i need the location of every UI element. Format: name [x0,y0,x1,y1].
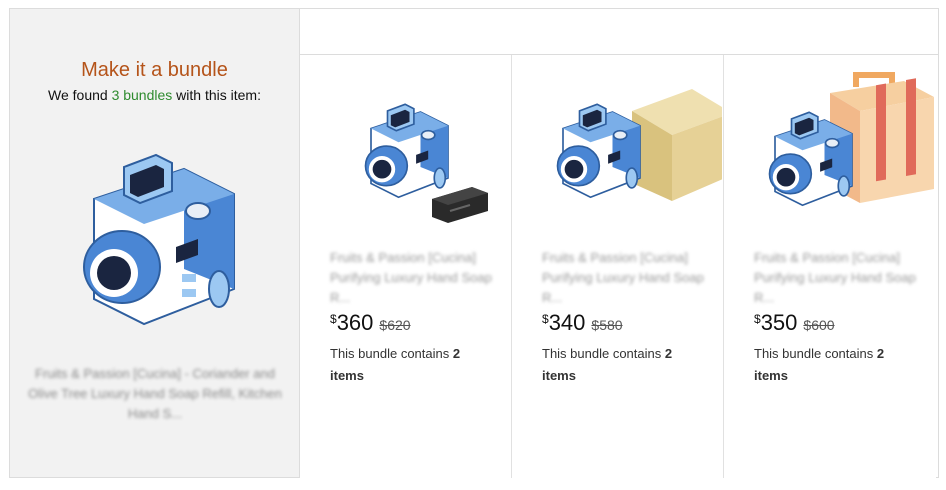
bundle-contains: This bundle contains 2 items [754,343,924,387]
price-currency: $ [754,312,761,326]
contains-label: This bundle contains [330,346,453,361]
contains-label: This bundle contains [542,346,665,361]
panel-subtitle: We found 3 bundles with this item: [10,87,299,103]
bundle-1-image [364,103,488,223]
item-count: 2 [452,346,461,361]
price-amount: 360 [336,310,374,335]
original-price: $600 [803,317,835,333]
bundle-price: $360 $620 [330,310,411,336]
original-price: $580 [591,317,623,333]
current-product-title: Fruits & Passion [Cucina] - Coriander an… [28,366,282,421]
item-unit: items [754,368,788,383]
item-count: 2 [876,346,885,361]
camera-icon [364,103,449,199]
item-count: 2 [664,346,673,361]
camera-icon [83,153,235,326]
item-unit: items [542,368,576,383]
bundle-card-2[interactable]: Fruits & Passion [Cucina] Purifying Luxu… [512,55,724,478]
bundle-3-image [768,72,934,207]
subtitle-suffix: with this item: [172,87,261,103]
original-price: $620 [379,317,411,333]
price-amount: 350 [760,310,798,335]
box-icon [632,89,722,201]
price-currency: $ [542,312,549,326]
price-amount: 340 [548,310,586,335]
battery-icon [432,187,488,223]
bundle-intro-panel: Make it a bundle We found 3 bundles with… [10,9,300,477]
subtitle-prefix: We found [48,87,112,103]
item-unit: items [330,368,364,383]
bundle-price: $350 $600 [754,310,835,336]
bundle-2-image [556,89,722,201]
bundle-contains: This bundle contains 2 items [330,343,500,387]
bundle-widget: Make it a bundle We found 3 bundles with… [9,8,939,478]
bundle-list-header [300,9,938,55]
contains-label: This bundle contains [754,346,877,361]
bundle-title[interactable]: Fruits & Passion [Cucina] Purifying Luxu… [542,248,712,308]
panel-title: Make it a bundle [81,59,228,81]
bundle-count: 3 bundles [111,87,173,103]
camera-icon [556,103,641,199]
bundle-title[interactable]: Fruits & Passion [Cucina] Purifying Luxu… [754,248,924,308]
bundle-contains: This bundle contains 2 items [542,343,712,387]
bundle-price: $340 $580 [542,310,623,336]
bundle-title[interactable]: Fruits & Passion [Cucina] Purifying Luxu… [330,248,500,308]
price-currency: $ [330,312,337,326]
bundle-card-3[interactable]: Fruits & Passion [Cucina] Purifying Luxu… [724,55,936,478]
bundle-card-1[interactable]: Fruits & Passion [Cucina] Purifying Luxu… [300,55,512,478]
